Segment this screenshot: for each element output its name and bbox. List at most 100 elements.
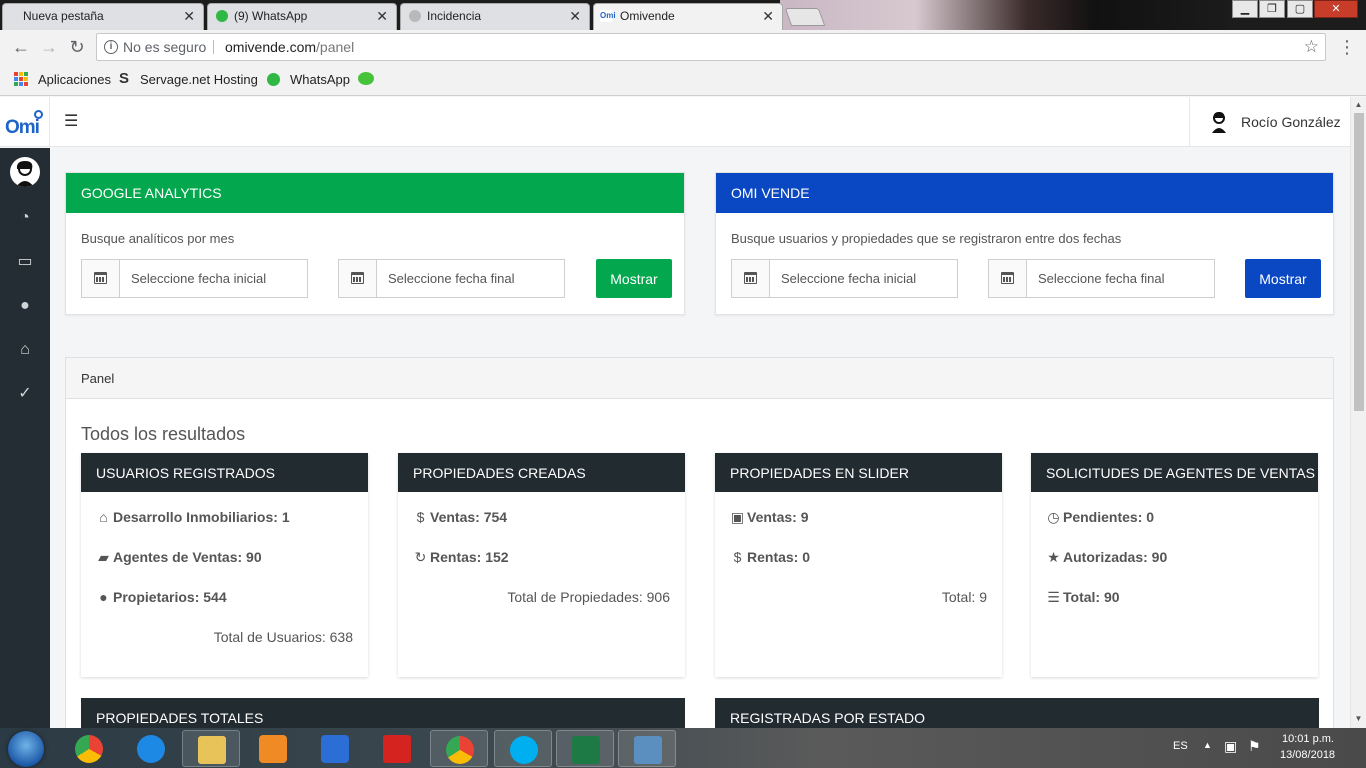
taskbar-media-player[interactable] (244, 730, 302, 767)
window-close-button[interactable]: ✕ (1314, 0, 1358, 18)
tab-close-icon[interactable]: ✕ (762, 8, 774, 25)
list-icon: ☰ (1047, 589, 1060, 605)
location-pin-icon (34, 110, 43, 119)
divider (213, 40, 214, 54)
stat-row-text: Desarrollo Inmobiliarios: 1 (113, 509, 290, 525)
bookmark-servage[interactable]: Servage.net Hosting (140, 72, 258, 87)
start-button[interactable] (8, 731, 44, 767)
calendar-addon[interactable] (339, 260, 377, 297)
stat-row-text: Ventas: 9 (747, 509, 809, 525)
bookmark-whatsapp[interactable]: WhatsApp (290, 72, 350, 87)
dashboard-icon[interactable]: ◔ (13, 206, 37, 230)
taskbar-image-viewer[interactable] (618, 730, 676, 767)
whatsapp-icon (267, 73, 280, 86)
back-button[interactable]: ← (10, 36, 32, 58)
bookmark-aplicaciones[interactable]: Aplicaciones (38, 72, 111, 87)
home-icon[interactable]: ⌂ (13, 338, 37, 362)
user-avatar-icon (16, 161, 34, 187)
new-tab-button[interactable] (784, 8, 826, 26)
scrollbar-thumb[interactable] (1354, 113, 1364, 411)
browser-menu-icon[interactable]: ⋮ (1338, 38, 1356, 58)
stat-row: ↻ Rentas: 152 (413, 549, 509, 566)
page-scrollbar[interactable]: ▲ ▼ (1350, 97, 1366, 728)
tab-close-icon[interactable]: ✕ (569, 8, 581, 25)
user-menu[interactable]: Rocío González (1189, 97, 1350, 147)
minimize-button[interactable]: ▁ (1232, 0, 1258, 18)
registradas-por-estado-header: REGISTRADAS POR ESTADO (715, 698, 1319, 728)
omi-vende-description: Busque usuarios y propiedades que se reg… (731, 231, 1122, 246)
stat-row-text: Ventas: 754 (430, 509, 508, 525)
check-circle-icon[interactable]: ✓ (13, 382, 37, 406)
solicitudes-agentes-card: SOLICITUDES DE AGENTES DE VENTAS ◷ Pendie… (1031, 453, 1318, 677)
taskbar-excel[interactable] (556, 730, 614, 767)
stat-row: $ Ventas: 754 (413, 509, 507, 525)
top-navbar: Omi ☰ Rocío González (0, 97, 1350, 147)
calendar-icon (94, 272, 107, 284)
ga-end-date-input[interactable] (378, 260, 564, 297)
monitor-icon[interactable]: ▭ (13, 250, 37, 274)
taskbar-chrome[interactable] (60, 730, 118, 767)
tab-close-icon[interactable]: ✕ (376, 8, 388, 25)
media-player-icon (259, 735, 287, 763)
propiedades-en-slider-card: PROPIEDADES EN SLIDER ▣ Ventas: 9 $ Rentas… (715, 453, 1002, 677)
calendar-addon[interactable] (82, 260, 120, 297)
ga-start-date-group (81, 259, 308, 298)
stat-row: ● Propietarios: 544 (96, 589, 227, 605)
stat-row: ☰ Total: 90 (1046, 589, 1119, 606)
flag-icon[interactable]: ⚑ (1248, 738, 1261, 755)
sidebar-avatar[interactable] (10, 157, 40, 187)
usuarios-registrados-card: USUARIOS REGISTRADOS ⌂ Desarrollo Inmobil… (81, 453, 368, 677)
scroll-up-icon[interactable]: ▲ (1351, 98, 1366, 112)
omi-favicon-icon: Omi (600, 10, 616, 22)
stat-row-text: Propietarios: 544 (113, 589, 227, 605)
menu-toggle-icon[interactable]: ☰ (64, 111, 78, 131)
tab-close-icon[interactable]: ✕ (183, 8, 195, 25)
stat-row-text: Agentes de Ventas: 90 (113, 549, 262, 565)
address-bar[interactable]: i No es seguro omivende.com/panel ☆ (96, 33, 1326, 61)
network-icon[interactable]: ▣ (1224, 738, 1237, 755)
user-icon[interactable]: ● (13, 294, 37, 318)
calendar-addon[interactable] (732, 260, 770, 297)
taskbar-explorer[interactable] (182, 730, 240, 767)
ov-start-date-input[interactable] (771, 260, 957, 297)
stat-total: Total de Propiedades: 906 (507, 589, 670, 605)
clock-time[interactable]: 10:01 p.m. (1282, 733, 1334, 745)
ov-start-date-group (731, 259, 958, 298)
omi-logo[interactable]: Omi (0, 97, 50, 147)
ie-icon (137, 735, 165, 763)
reload-button[interactable]: ↻ (66, 36, 88, 58)
ov-show-button[interactable]: Mostrar (1245, 259, 1321, 298)
taskbar-ie[interactable] (122, 730, 180, 767)
tab-omivende[interactable]: Omi Omivende ✕ (593, 3, 783, 30)
wechat-icon[interactable] (358, 72, 374, 85)
taskbar-sublime[interactable] (306, 730, 364, 767)
url-text[interactable]: omivende.com/panel (225, 34, 354, 60)
info-icon[interactable]: i (104, 40, 118, 54)
apps-grid-icon[interactable] (14, 72, 28, 86)
bookmark-star-icon[interactable]: ☆ (1304, 34, 1319, 60)
tab-nueva-pestana[interactable]: Nueva pestaña ✕ (2, 3, 204, 30)
calendar-addon[interactable] (989, 260, 1027, 297)
servage-icon: S (119, 70, 130, 87)
tray-expand-icon[interactable]: ▲ (1203, 740, 1212, 750)
maximize-button[interactable]: ▢ (1287, 0, 1313, 18)
ov-end-date-input[interactable] (1028, 260, 1214, 297)
language-indicator[interactable]: ES (1173, 740, 1188, 752)
restore-button[interactable]: ❐ (1259, 0, 1285, 18)
clock-date[interactable]: 13/08/2018 (1280, 749, 1335, 761)
tab-whatsapp[interactable]: (9) WhatsApp ✕ (207, 3, 397, 30)
stat-card-title: PROPIEDADES EN SLIDER (715, 453, 1002, 492)
user-avatar-icon (1212, 112, 1226, 133)
stat-row-text: Autorizadas: 90 (1063, 549, 1168, 565)
taskbar-acrobat[interactable] (368, 730, 426, 767)
taskbar-skype[interactable] (494, 730, 552, 767)
tab-incidencia[interactable]: Incidencia ✕ (400, 3, 590, 30)
results-panel: Panel Todos los resultados USUARIOS REGI… (65, 357, 1334, 728)
scroll-down-icon[interactable]: ▼ (1351, 712, 1366, 726)
windows-taskbar: ES ▲ ▣ ⚑ 10:01 p.m. 13/08/2018 (0, 728, 1366, 768)
taskbar-chrome-active[interactable] (430, 730, 488, 767)
ga-start-date-input[interactable] (121, 260, 307, 297)
ga-end-date-group (338, 259, 565, 298)
ga-show-button[interactable]: Mostrar (596, 259, 672, 298)
forward-button[interactable]: → (38, 36, 60, 58)
